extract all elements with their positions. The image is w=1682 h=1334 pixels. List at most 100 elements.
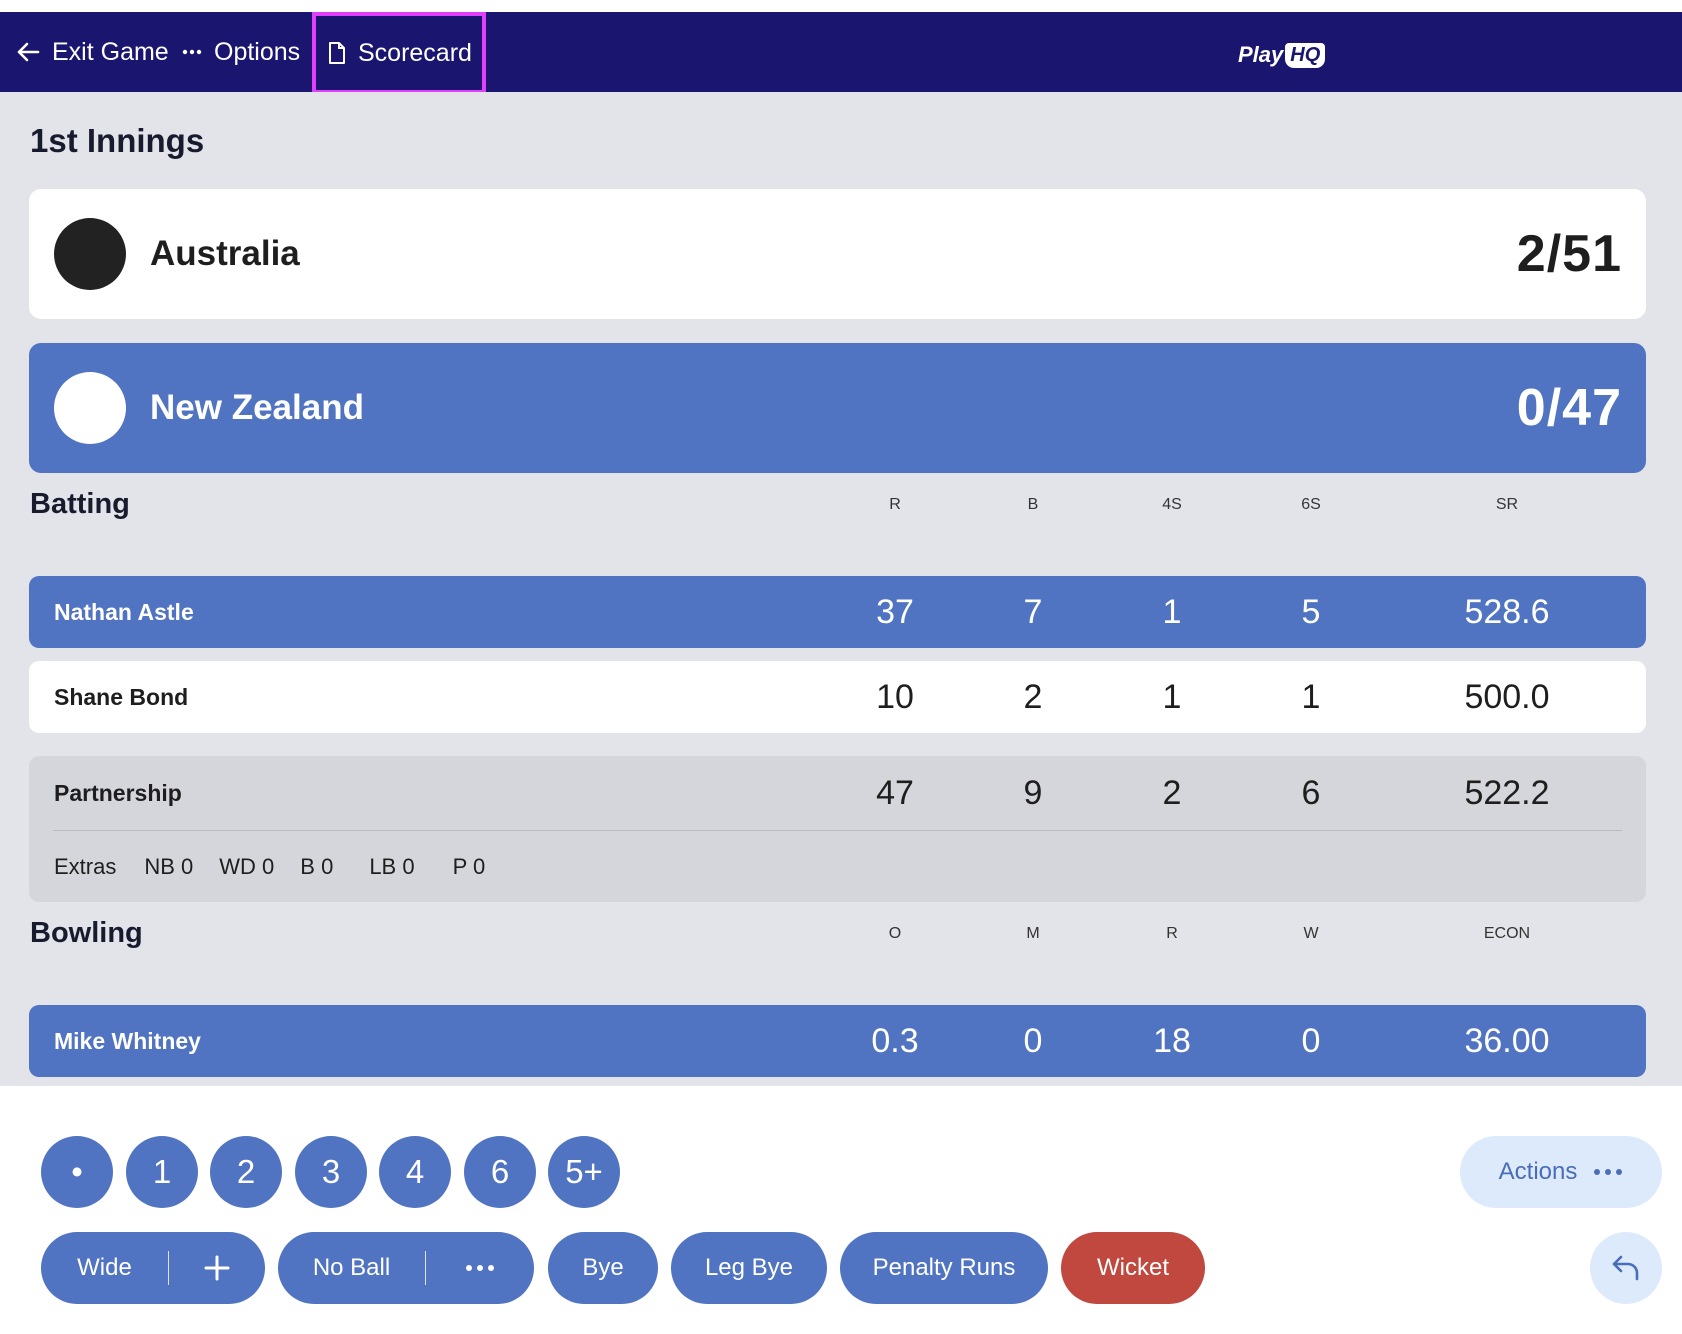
- ellipsis-icon: [1593, 1168, 1623, 1176]
- team-score: 0/47: [1516, 379, 1622, 437]
- run-4-button[interactable]: 4: [379, 1136, 451, 1208]
- col-head-r: R: [889, 496, 901, 513]
- batter-name: Shane Bond: [54, 683, 189, 710]
- partnership-balls: 9: [1023, 773, 1043, 812]
- no-ball-button[interactable]: No Ball: [279, 1254, 425, 1282]
- bowler-wickets: 0: [1301, 1021, 1321, 1060]
- bowler-maidens: 0: [1023, 1021, 1043, 1060]
- col-head-runs: R: [1166, 925, 1178, 942]
- batter-runs: 10: [876, 677, 914, 716]
- batter-fours: 1: [1162, 592, 1182, 631]
- penalty-runs-button[interactable]: Penalty Runs: [840, 1232, 1048, 1304]
- undo-icon: [1611, 1255, 1641, 1281]
- col-head-overs: O: [888, 925, 902, 942]
- run-5-plus-button[interactable]: 5+: [548, 1136, 620, 1208]
- ellipsis-icon: [465, 1264, 495, 1272]
- extras-byes: B 0: [300, 854, 334, 879]
- team-color-dot: [54, 372, 126, 444]
- logo-hq-text: HQ: [1285, 42, 1326, 68]
- partnership-panel: Partnership 47 9 2 6 522.2 Extras NB 0 W…: [29, 756, 1646, 902]
- team-score: 2/51: [1516, 225, 1622, 283]
- batter-sixes: 5: [1301, 592, 1321, 631]
- extras-row: Extras NB 0 WD 0 B 0 LB 0 P 0: [54, 831, 511, 903]
- batter-strike-rate: 500.0: [1464, 677, 1550, 716]
- extras-wides: WD 0: [219, 854, 275, 879]
- bowler-overs: 0.3: [871, 1021, 919, 1060]
- wide-button-group: Wide: [41, 1232, 265, 1304]
- options-label: Options: [214, 37, 301, 66]
- scoring-app: Exit Game Options Scorecard Play HQ 1st …: [0, 0, 1682, 1334]
- partnership-runs: 47: [876, 773, 914, 812]
- scoring-controls: • 1 2 3 4 6 5+ Actions Wide No Ball Bye …: [0, 1086, 1682, 1334]
- run-6-button[interactable]: 6: [464, 1136, 536, 1208]
- col-head-sr: SR: [1495, 496, 1519, 513]
- team-card-active[interactable]: New Zealand 0/47: [29, 343, 1646, 473]
- team-name: New Zealand: [150, 388, 364, 427]
- undo-button[interactable]: [1590, 1232, 1662, 1304]
- bowling-title: Bowling: [30, 917, 143, 949]
- exit-game-label: Exit Game: [52, 37, 169, 66]
- run-2-button[interactable]: 2: [210, 1136, 282, 1208]
- bowler-economy: 36.00: [1464, 1021, 1550, 1060]
- batting-title: Batting: [30, 488, 130, 520]
- bowler-row[interactable]: Mike Whitney 0.3 0 18 0 36.00: [29, 1005, 1646, 1077]
- no-ball-button-group: No Ball: [278, 1232, 534, 1304]
- batter-runs: 37: [876, 592, 914, 631]
- col-head-maidens: M: [1026, 925, 1040, 942]
- arrow-left-icon: [16, 41, 40, 63]
- extras-penalty: P 0: [452, 854, 486, 879]
- partnership-sixes: 6: [1301, 773, 1321, 812]
- batter-row-striker[interactable]: Nathan Astle 37 7 1 5 528.6: [29, 576, 1646, 648]
- actions-label: Actions: [1498, 1158, 1578, 1185]
- scoreboard-panel: 1st Innings Australia 2/51 New Zealand 0…: [0, 92, 1682, 1086]
- innings-title: 1st Innings: [30, 122, 205, 159]
- options-button[interactable]: Options: [182, 12, 300, 92]
- team-card-batting[interactable]: Australia 2/51: [29, 189, 1646, 319]
- wide-extra-button[interactable]: [169, 1255, 265, 1281]
- batter-name: Nathan Astle: [54, 598, 194, 625]
- wide-button[interactable]: Wide: [42, 1254, 168, 1282]
- col-head-4s: 4S: [1162, 496, 1182, 513]
- batter-sixes: 1: [1301, 677, 1321, 716]
- batter-balls: 2: [1023, 677, 1043, 716]
- document-icon: [328, 42, 346, 64]
- no-ball-more-button[interactable]: [426, 1264, 534, 1272]
- divider: [424, 1251, 426, 1285]
- ellipsis-icon: [182, 49, 202, 55]
- bowler-name: Mike Whitney: [54, 1027, 201, 1054]
- team-name: Australia: [150, 234, 300, 273]
- team-color-dot: [54, 218, 126, 290]
- partnership-strike-rate: 522.2: [1464, 773, 1550, 812]
- exit-game-button[interactable]: Exit Game: [16, 12, 169, 92]
- run-3-button[interactable]: 3: [295, 1136, 367, 1208]
- scorecard-button[interactable]: Scorecard: [312, 12, 486, 94]
- no-ball-label: No Ball: [312, 1254, 391, 1281]
- wicket-button[interactable]: Wicket: [1061, 1232, 1205, 1304]
- col-head-economy: ECON: [1483, 925, 1531, 942]
- run-1-button[interactable]: 1: [126, 1136, 198, 1208]
- col-head-6s: 6S: [1301, 496, 1321, 513]
- extras-label: Extras: [54, 854, 117, 879]
- batter-strike-rate: 528.6: [1464, 592, 1550, 631]
- scorecard-label: Scorecard: [358, 38, 472, 67]
- bye-button[interactable]: Bye: [548, 1232, 658, 1304]
- partnership-label: Partnership: [54, 779, 182, 806]
- col-head-b: B: [1027, 496, 1039, 513]
- partnership-fours: 2: [1162, 773, 1182, 812]
- wide-label: Wide: [77, 1254, 132, 1281]
- playhq-logo: Play HQ: [1238, 38, 1326, 72]
- extras-no-balls: NB 0: [144, 854, 194, 879]
- col-head-wickets: W: [1303, 925, 1319, 942]
- actions-button[interactable]: Actions: [1460, 1136, 1662, 1208]
- batter-balls: 7: [1023, 592, 1043, 631]
- leg-bye-button[interactable]: Leg Bye: [671, 1232, 827, 1304]
- batter-row-non-striker[interactable]: Shane Bond 10 2 1 1 500.0: [29, 661, 1646, 733]
- extras-leg-byes: LB 0: [369, 854, 415, 879]
- dot-ball-button[interactable]: •: [41, 1136, 113, 1208]
- top-bar: Exit Game Options Scorecard Play HQ: [0, 12, 1682, 94]
- plus-icon: [204, 1255, 230, 1281]
- bowler-runs: 18: [1153, 1021, 1191, 1060]
- logo-play-text: Play: [1238, 42, 1284, 67]
- divider: [167, 1251, 169, 1285]
- batter-fours: 1: [1162, 677, 1182, 716]
